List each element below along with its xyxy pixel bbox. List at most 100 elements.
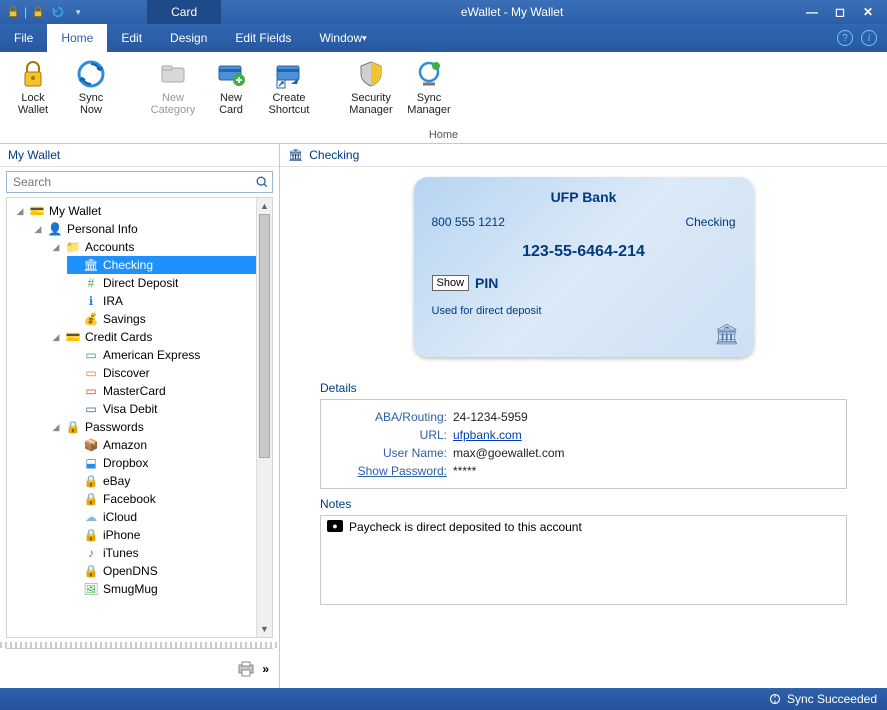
tree-amex[interactable]: ·▭American Express (67, 346, 256, 364)
tree-ebay[interactable]: ·🔒eBay (67, 472, 256, 490)
password-value: ***** (453, 464, 476, 478)
close-button[interactable]: ✕ (859, 5, 877, 19)
username-value: max@goewallet.com (453, 446, 565, 460)
tree-accounts[interactable]: ◢📁Accounts (49, 238, 256, 256)
create-shortcut-button[interactable]: Create Shortcut (264, 56, 314, 118)
notes-icon: ● (327, 520, 343, 532)
username-label: User Name: (333, 446, 453, 460)
show-password-link[interactable]: Show Password: (333, 464, 453, 478)
ribbon: Lock Wallet Sync Now New Category New Ca… (0, 52, 887, 144)
folder-plus-icon (157, 58, 189, 90)
dropbox-icon: ⬓ (83, 455, 99, 471)
url-label: URL: (333, 428, 453, 442)
dns-icon: 🔒 (83, 563, 99, 579)
bank-icon: 🏛 (83, 257, 99, 273)
card-visual: UFP Bank 800 555 1212 Checking 123-55-64… (414, 177, 754, 357)
details-header: Details (320, 381, 847, 395)
facebook-icon: 🔒 (83, 491, 99, 507)
visa-icon: ▭ (83, 401, 99, 417)
tree-root[interactable]: ◢💳My Wallet (13, 202, 256, 220)
ribbon-group-label: Home (8, 129, 879, 143)
tree-passwords[interactable]: ◢🔒Passwords (49, 418, 256, 436)
tree-discover[interactable]: ·▭Discover (67, 364, 256, 382)
qat-sync-icon[interactable] (49, 3, 67, 21)
qat-lock-icon[interactable] (4, 3, 22, 21)
url-value[interactable]: ufpbank.com (453, 428, 522, 442)
lock-icon (17, 58, 49, 90)
tab-window[interactable]: Window ▾ (305, 24, 380, 52)
tree-opendns[interactable]: ·🔒OpenDNS (67, 562, 256, 580)
maximize-button[interactable]: ◻ (831, 5, 849, 19)
sync-manager-icon (413, 58, 445, 90)
sync-icon (75, 58, 107, 90)
print-icon[interactable] (236, 661, 256, 677)
tree-amazon[interactable]: ·📦Amazon (67, 436, 256, 454)
help-icon[interactable]: ? (837, 30, 853, 46)
qat-customize-icon[interactable]: ▾ (69, 3, 87, 21)
tree-iphone[interactable]: ·🔒iPhone (67, 526, 256, 544)
card-usage: Used for direct deposit (432, 305, 736, 317)
search-input[interactable] (7, 172, 252, 192)
tree-ira[interactable]: ·ℹIRA (67, 292, 256, 310)
person-icon: 👤 (47, 221, 63, 237)
phone-icon: 🔒 (83, 527, 99, 543)
mastercard-icon: ▭ (83, 383, 99, 399)
tree-itunes[interactable]: ·♪iTunes (67, 544, 256, 562)
bottom-toolbar: » (6, 648, 273, 688)
lock-wallet-button[interactable]: Lock Wallet (8, 56, 58, 118)
info-circle-icon: ℹ (83, 293, 99, 309)
details-box: ABA/Routing: 24-1234-5959 URL: ufpbank.c… (320, 399, 847, 489)
notes-box[interactable]: ● Paycheck is direct deposited to this a… (320, 515, 847, 605)
folder-icon: 📁 (65, 239, 81, 255)
tab-home[interactable]: Home (47, 24, 107, 52)
sync-now-button[interactable]: Sync Now (66, 56, 116, 118)
info-icon[interactable]: i (861, 30, 877, 46)
card-plus-icon (215, 58, 247, 90)
context-tab-card: Card (147, 0, 221, 24)
tree-scrollbar[interactable]: ▲ ▼ (256, 198, 272, 637)
tree-checking[interactable]: ·🏛Checking (67, 256, 256, 274)
routing-value: 24-1234-5959 (453, 410, 528, 424)
photo-icon: 🖼 (83, 581, 99, 597)
card-phone: 800 555 1212 (432, 215, 505, 229)
tree-savings[interactable]: ·💰Savings (67, 310, 256, 328)
title-bar: | ▾ Card eWallet - My Wallet — ◻ ✕ (0, 0, 887, 24)
card-bank-icon: 🏛 (714, 322, 739, 347)
tree-visa-debit[interactable]: ·▭Visa Debit (67, 400, 256, 418)
tab-file[interactable]: File (0, 24, 47, 52)
tree-smugmug[interactable]: ·🖼SmugMug (67, 580, 256, 598)
security-manager-button[interactable]: Security Manager (346, 56, 396, 118)
new-card-button[interactable]: New Card (206, 56, 256, 118)
pin-label: PIN (475, 275, 498, 291)
tab-edit-fields[interactable]: Edit Fields (221, 24, 305, 52)
left-pane: My Wallet ▲ ▼ ◢💳My Wallet (0, 144, 280, 688)
tree-credit-cards[interactable]: ◢💳Credit Cards (49, 328, 256, 346)
discover-icon: ▭ (83, 365, 99, 381)
tab-design[interactable]: Design (156, 24, 221, 52)
left-pane-title: My Wallet (0, 144, 279, 167)
tree-direct-deposit[interactable]: ·#Direct Deposit (67, 274, 256, 292)
tree-facebook[interactable]: ·🔒Facebook (67, 490, 256, 508)
search-icon[interactable] (252, 172, 272, 192)
header-bank-icon: 🏛 (288, 148, 303, 162)
hash-icon: # (83, 275, 99, 291)
minimize-button[interactable]: — (803, 5, 821, 19)
show-pin-button[interactable]: Show (432, 275, 470, 291)
ribbon-tabs: File Home Edit Design Edit Fields Window… (0, 24, 887, 52)
expand-icon[interactable]: » (262, 662, 269, 676)
tree-dropbox[interactable]: ·⬓Dropbox (67, 454, 256, 472)
status-bar: Sync Succeeded (0, 688, 887, 710)
tab-edit[interactable]: Edit (107, 24, 156, 52)
qat-lock2-icon[interactable] (29, 3, 47, 21)
sync-manager-button[interactable]: Sync Manager (404, 56, 454, 118)
status-sync-icon (769, 693, 781, 705)
wallet-tree[interactable]: ◢💳My Wallet ◢👤Personal Info ◢📁Accounts ·… (7, 198, 256, 637)
tree-mastercard[interactable]: ·▭MasterCard (67, 382, 256, 400)
window-title: eWallet - My Wallet (221, 5, 803, 19)
shield-icon (355, 58, 387, 90)
tree-icloud[interactable]: ·☁iCloud (67, 508, 256, 526)
right-pane: 🏛 Checking UFP Bank 800 555 1212 Checkin… (280, 144, 887, 688)
card-bank-name: UFP Bank (432, 189, 736, 205)
tree-personal-info[interactable]: ◢👤Personal Info (31, 220, 256, 238)
quick-access-toolbar: | ▾ (0, 3, 87, 21)
